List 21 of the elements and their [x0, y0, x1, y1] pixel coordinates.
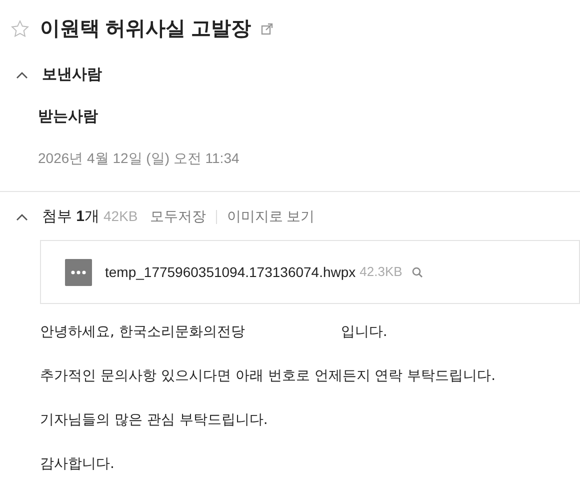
date-text: 2026년 4월 12일 (일) 오전 11:34: [38, 150, 240, 166]
caret-icon[interactable]: [16, 71, 28, 80]
mail-title: 이원택 허위사실 고발장: [40, 17, 252, 42]
file-size: 42.3KB: [360, 263, 402, 282]
attachment-action-link[interactable]: 모두저장: [150, 206, 206, 228]
attachment-summary: 첨부 1개: [42, 206, 100, 226]
external-link-icon[interactable]: [261, 23, 274, 35]
body-text: 추가적인 문의사항 있으시다면 아래 번호로 언제든지 연락 부탁드립니다.: [40, 367, 496, 386]
file-icon: [65, 258, 92, 286]
attachment-action-link[interactable]: 이미지로 보기: [226, 206, 315, 228]
attachment-size: 42KB: [104, 207, 138, 226]
file-name[interactable]: temp_1775960351094.173136074.hwpx: [105, 262, 356, 282]
body-text: 입니다.: [340, 323, 388, 342]
body-text: 안녕하세요, 한국소리문화의전당: [40, 323, 245, 342]
body-text: 감사합니다.: [40, 455, 114, 474]
search-icon[interactable]: [412, 266, 424, 278]
caret-icon[interactable]: [16, 212, 28, 221]
recipient-label: 받는사람: [38, 108, 98, 124]
body-text: 기자님들의 많은 관심 부탁드립니다.: [40, 411, 268, 430]
star-icon[interactable]: [10, 19, 30, 39]
sender-label: 보낸사람: [42, 65, 102, 85]
